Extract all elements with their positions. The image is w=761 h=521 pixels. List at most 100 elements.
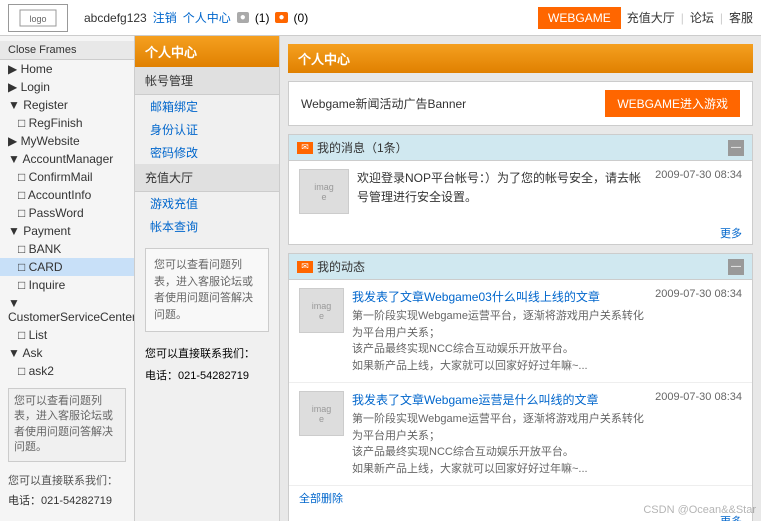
- dynamic-title-1[interactable]: 我发表了文章Webgame运营是什么叫线的文章: [352, 391, 647, 408]
- left-panel-footer: 您可以查看问题列表，进入客服论坛或者使用问题问答解决问题。: [145, 248, 269, 332]
- sidebar-item-register[interactable]: ▼ Register: [0, 96, 134, 114]
- dynamic-desc-0-2: 该产品最终实现NCC综合互动娱乐开放平台。: [352, 341, 647, 358]
- left-panel-gamepay[interactable]: 游戏充值: [135, 192, 279, 215]
- dynamic-text-0: 我发表了文章Webgame03什么叫线上线的文章 第一阶段实现Webgame运营…: [352, 288, 647, 374]
- message-image: imag e: [299, 169, 349, 214]
- right-panel-title: 个人中心: [288, 44, 753, 73]
- enter-game-button[interactable]: WEBGAME进入游戏: [605, 90, 740, 117]
- messages-title-row: ✉ 我的消息（1条）: [297, 139, 408, 156]
- message-content: imag e 欢迎登录NOP平台帐号：）为了您的帐号安全，请去帐号管理进行安全设…: [289, 161, 752, 222]
- messages-title: 我的消息（1条）: [317, 139, 408, 156]
- close-frames[interactable]: Close Frames: [0, 41, 134, 60]
- service-button[interactable]: 客服: [729, 9, 753, 26]
- left-panel: 个人中心 帐号管理 邮箱绑定 身份认证 密码修改 充值大厅 游戏充值 帐本查询 …: [135, 36, 280, 521]
- dynamic-desc-0-3: 如果新产品上线，大家就可以回家好好过年嘛~...: [352, 358, 647, 375]
- dynamic-desc-1-3: 如果新产品上线，大家就可以回家好好过年嘛~...: [352, 461, 647, 478]
- sidebar-contact: 您可以直接联系我们：: [0, 470, 134, 490]
- dyn-img-label: imag: [312, 301, 332, 311]
- top-nav: logo abcdefg123 注销 个人中心 ● (1) ● (0) WEBG…: [0, 0, 761, 36]
- left-panel-title: 个人中心: [135, 36, 279, 67]
- badge1: ●: [237, 12, 249, 23]
- dyn-img-label3: imag: [312, 404, 332, 414]
- right-panel: 个人中心 Webgame新闻活动广告Banner WEBGAME进入游戏 ✉ 我…: [280, 36, 761, 521]
- forum-button[interactable]: 论坛: [690, 9, 714, 26]
- dynamic-time-1: 2009-07-30 08:34: [655, 391, 742, 477]
- messages-collapse-btn[interactable]: —: [728, 140, 744, 156]
- image-label: imag: [314, 182, 334, 192]
- left-panel-section-charge: 充值大厅: [135, 164, 279, 192]
- dynamic-desc-1-2: 该产品最终实现NCC综合互动娱乐开放平台。: [352, 444, 647, 461]
- sidebar-item-home[interactable]: ▶ Home: [0, 60, 134, 78]
- sidebar-item-accountinfo[interactable]: □ AccountInfo: [0, 186, 134, 204]
- sidebar-item-ask[interactable]: ▼ Ask: [0, 344, 134, 362]
- dynamic-desc-0-1: 第一阶段实现Webgame运营平台，逐渐将游戏用户关系转化为平台用户关系；: [352, 308, 647, 341]
- sidebar-item-bank[interactable]: □ BANK: [0, 240, 134, 258]
- dynamic-image-1: imag e: [299, 391, 344, 436]
- left-panel-ledger[interactable]: 帐本查询: [135, 215, 279, 238]
- badge1-count: (1): [255, 11, 270, 25]
- dynamic-item-0: imag e 我发表了文章Webgame03什么叫线上线的文章 第一阶段实现We…: [289, 280, 752, 383]
- dynamic-time-0: 2009-07-30 08:34: [655, 288, 742, 374]
- dynamics-icon: ✉: [297, 261, 313, 273]
- sidebar-phone: 电话：021-54282719: [0, 490, 134, 510]
- banner-box: Webgame新闻活动广告Banner WEBGAME进入游戏: [288, 81, 753, 126]
- dynamic-title-0[interactable]: 我发表了文章Webgame03什么叫线上线的文章: [352, 288, 647, 305]
- left-panel-phone: 电话：021-54282719: [135, 364, 279, 386]
- sidebar-item-card[interactable]: □ CARD: [0, 258, 134, 276]
- left-panel-contact: 您可以直接联系我们：: [135, 342, 279, 364]
- logout-link[interactable]: 注销: [153, 9, 177, 26]
- dynamics-header: ✉ 我的动态 —: [289, 254, 752, 280]
- dyn-img-label4: e: [319, 414, 324, 424]
- message-icon: ✉: [297, 142, 313, 154]
- left-panel-mailbind[interactable]: 邮箱绑定: [135, 95, 279, 118]
- left-panel-section-account: 帐号管理: [135, 67, 279, 95]
- delete-all-link[interactable]: 全部删除: [299, 490, 343, 506]
- content-area: 个人中心 帐号管理 邮箱绑定 身份认证 密码修改 充值大厅 游戏充值 帐本查询 …: [135, 36, 761, 521]
- messages-more-link[interactable]: 更多: [720, 228, 742, 240]
- dynamics-title: 我的动态: [317, 258, 365, 275]
- dynamic-item-1: imag e 我发表了文章Webgame运营是什么叫线的文章 第一阶段实现Web…: [289, 383, 752, 486]
- sidebar-item-inquire[interactable]: □ Inquire: [0, 276, 134, 294]
- dynamics-box: ✉ 我的动态 — imag e 我发表了文章Webgame03什么叫线上线的文章: [288, 253, 753, 521]
- sidebar-item-mywebsite[interactable]: ▶ MyWebsite: [0, 132, 134, 150]
- message-time: 2009-07-30 08:34: [655, 169, 742, 214]
- profile-link[interactable]: 个人中心: [183, 9, 231, 26]
- sidebar-info: 您可以查看问题列表，进入客服论坛或者使用问题问答解决问题。: [8, 388, 126, 462]
- dynamics-actions: 全部删除: [289, 486, 752, 510]
- message-text: 欢迎登录NOP平台帐号：）为了您的帐号安全，请去帐号管理进行安全设置。: [357, 169, 647, 214]
- sidebar-item-list[interactable]: □ List: [0, 326, 134, 344]
- svg-text:logo: logo: [29, 14, 46, 24]
- main-area: Close Frames ▶ Home ▶ Login ▼ Register □…: [0, 36, 761, 521]
- webgame-button[interactable]: WEBGAME: [538, 7, 621, 29]
- left-panel-identity[interactable]: 身份认证: [135, 118, 279, 141]
- left-panel-pwchange[interactable]: 密码修改: [135, 141, 279, 164]
- content-inner: 个人中心 帐号管理 邮箱绑定 身份认证 密码修改 充值大厅 游戏充值 帐本查询 …: [135, 36, 761, 521]
- dynamic-text-1: 我发表了文章Webgame运营是什么叫线的文章 第一阶段实现Webgame运营平…: [352, 391, 647, 477]
- messages-header: ✉ 我的消息（1条） —: [289, 135, 752, 161]
- image-label2: e: [321, 192, 326, 202]
- sidebar-item-login[interactable]: ▶ Login: [0, 78, 134, 96]
- sidebar-item-ask2[interactable]: □ ask2: [0, 362, 134, 380]
- sidebar-item-confirmmail[interactable]: □ ConfirmMail: [0, 168, 134, 186]
- nav-divider1: |: [681, 11, 684, 25]
- dynamics-collapse-btn[interactable]: —: [728, 259, 744, 275]
- logo: logo: [8, 4, 68, 32]
- badge2-count: (0): [294, 11, 309, 25]
- dynamics-more: 更多: [289, 510, 752, 521]
- charge-button[interactable]: 充值大厅: [627, 9, 675, 26]
- banner-text: Webgame新闻活动广告Banner: [301, 95, 466, 112]
- dynamics-title-row: ✉ 我的动态: [297, 258, 365, 275]
- sidebar: Close Frames ▶ Home ▶ Login ▼ Register □…: [0, 36, 135, 521]
- dynamics-more-link[interactable]: 更多: [720, 516, 742, 521]
- username: abcdefg123: [84, 11, 147, 25]
- sidebar-item-customerservice[interactable]: ▼ CustomerServiceCenter: [0, 294, 134, 326]
- dynamic-image-0: imag e: [299, 288, 344, 333]
- sidebar-item-accountmanager[interactable]: ▼ AccountManager: [0, 150, 134, 168]
- sidebar-item-regfinish[interactable]: □ RegFinish: [0, 114, 134, 132]
- nav-divider2: |: [720, 11, 723, 25]
- messages-more: 更多: [289, 222, 752, 244]
- badge2: ●: [275, 12, 287, 23]
- sidebar-item-payment[interactable]: ▼ Payment: [0, 222, 134, 240]
- dynamic-desc-1-1: 第一阶段实现Webgame运营平台，逐渐将游戏用户关系转化为平台用户关系；: [352, 411, 647, 444]
- sidebar-item-password[interactable]: □ PassWord: [0, 204, 134, 222]
